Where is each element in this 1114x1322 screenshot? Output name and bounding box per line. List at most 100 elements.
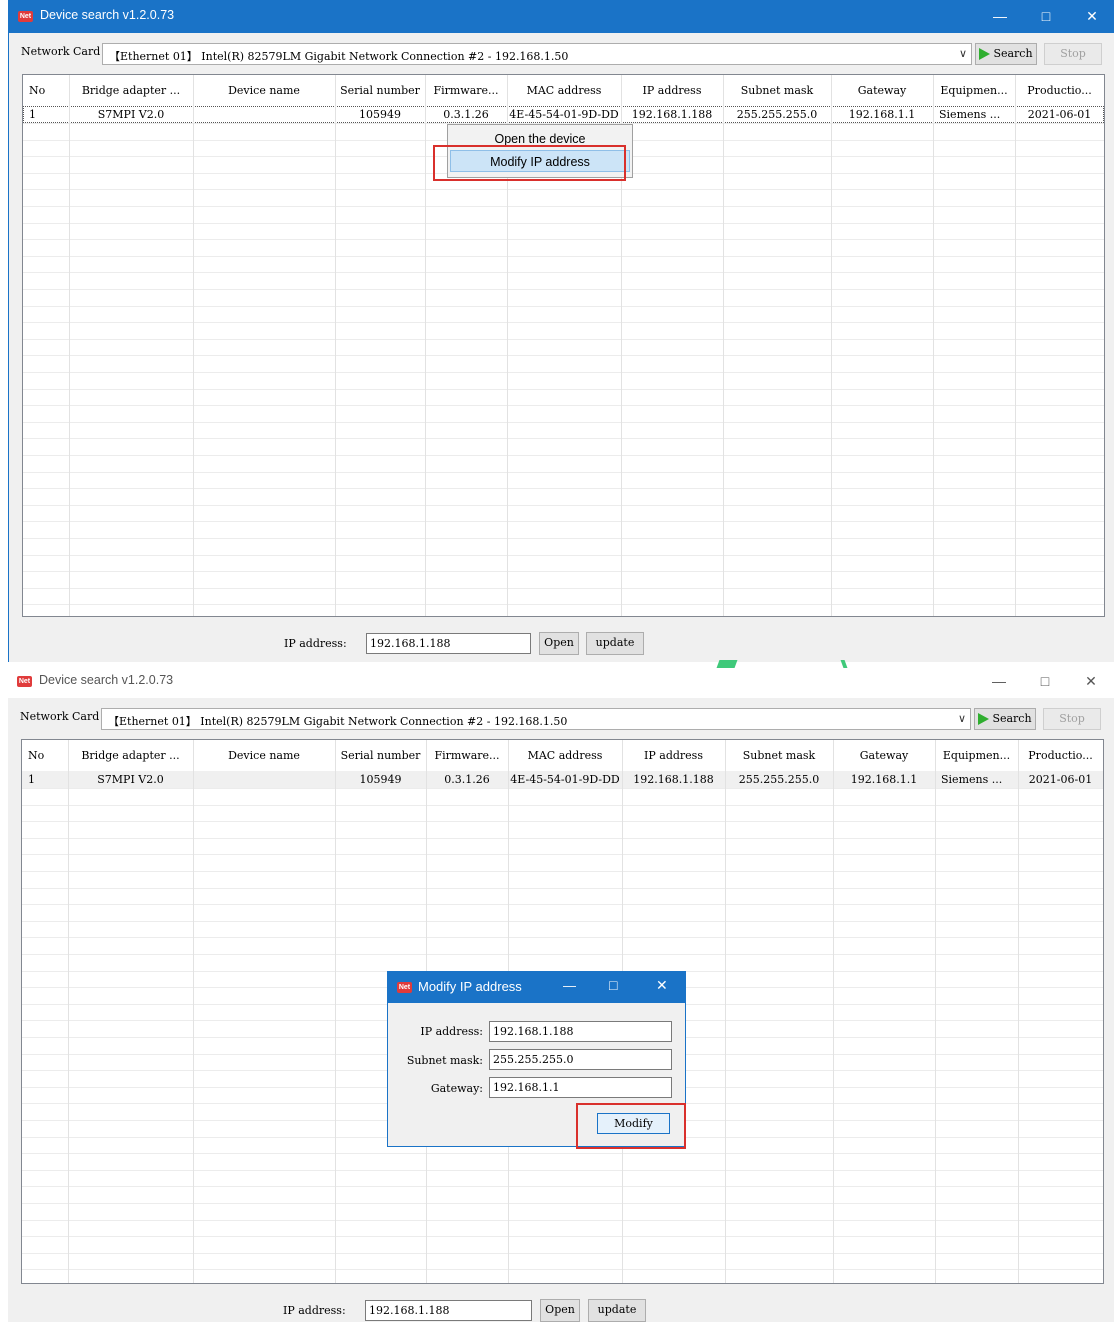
row-divider [23, 521, 1104, 522]
network-card-select[interactable]: 【Ethernet 01】 Intel(R) 82579LM Gigabit N… [102, 43, 972, 65]
col-mac-address-header[interactable]: MAC address [507, 75, 621, 106]
col-production-cell: 2021-06-01 [1027, 108, 1092, 121]
col-mac-address-header[interactable]: MAC address [508, 740, 622, 771]
col-serial-number-cell: 105949 [359, 108, 401, 121]
stop-button[interactable]: Stop [1044, 43, 1102, 65]
row-divider [22, 854, 1103, 855]
col-bridge-adapter-header[interactable]: Bridge adapter ... [69, 75, 193, 106]
row-divider [22, 1236, 1103, 1237]
title-bar[interactable]: Net Device search v1.2.0.73 — □ ✕ [9, 0, 1114, 33]
row-divider [23, 223, 1104, 224]
col-production-header[interactable]: Productio... [1015, 75, 1104, 106]
column-divider [725, 740, 726, 1283]
col-equipment-header[interactable]: Equipmen... [933, 75, 1015, 106]
column-divider [833, 740, 834, 1283]
app-logo-icon: Net [18, 11, 33, 22]
row-divider [23, 405, 1104, 406]
col-production-cell: 2021-06-01 [1028, 773, 1093, 786]
close-icon[interactable]: ✕ [656, 977, 668, 994]
row-divider [23, 306, 1104, 307]
column-divider [335, 740, 336, 1283]
dialog-title-bar[interactable]: Net Modify IP address — □ ✕ [388, 972, 685, 1003]
col-serial-number-cell: 105949 [359, 773, 402, 786]
col-equipment-cell: Siemens ... [941, 773, 1003, 786]
update-button[interactable]: update [586, 632, 644, 655]
ip-address-input[interactable]: 192.168.1.188 [365, 1300, 532, 1321]
row-divider [22, 838, 1103, 839]
title-bar[interactable]: Net Device search v1.2.0.73 — □ ✕ [8, 665, 1114, 698]
col-device-name-header[interactable]: Device name [193, 740, 335, 771]
row-divider [23, 505, 1104, 506]
update-button[interactable]: update [588, 1299, 646, 1322]
column-divider [193, 740, 194, 1283]
row-divider [23, 472, 1104, 473]
col-ip-address-header[interactable]: IP address [622, 740, 725, 771]
column-divider [193, 75, 194, 616]
search-button[interactable]: Search [974, 708, 1036, 730]
open-button[interactable]: Open [539, 632, 579, 655]
ip-address-label: IP address: [283, 1304, 346, 1317]
search-button[interactable]: Search [975, 43, 1037, 65]
col-subnet-mask-header[interactable]: Subnet mask [723, 75, 831, 106]
col-mac-address-cell: 4E-45-54-01-9D-DD [509, 108, 619, 121]
maximize-icon[interactable]: □ [1022, 665, 1068, 698]
row-divider [23, 189, 1104, 190]
col-firmware-header[interactable]: Firmware... [425, 75, 507, 106]
close-icon[interactable]: ✕ [1069, 0, 1114, 33]
dialog-gateway-input[interactable]: 192.168.1.1 [489, 1077, 672, 1098]
maximize-icon[interactable]: □ [1023, 0, 1069, 33]
col-subnet-mask-header[interactable]: Subnet mask [725, 740, 833, 771]
row-divider [22, 788, 1103, 789]
chevron-down-icon[interactable]: ∨ [959, 47, 967, 60]
row-divider [23, 555, 1104, 556]
col-equipment-cell: Siemens ... [939, 108, 1001, 121]
row-divider [23, 389, 1104, 390]
col-firmware-header[interactable]: Firmware... [426, 740, 508, 771]
col-serial-number-header[interactable]: Serial number [335, 75, 425, 106]
col-subnet-mask-cell: 255.255.255.0 [736, 108, 818, 121]
network-card-value: 【Ethernet 01】 Intel(R) 82579LM Gigabit N… [108, 715, 568, 728]
col-serial-number-header[interactable]: Serial number [335, 740, 426, 771]
chevron-down-icon[interactable]: ∨ [958, 712, 966, 725]
search-button-label: Search [992, 712, 1032, 725]
col-bridge-adapter-header[interactable]: Bridge adapter ... [68, 740, 193, 771]
col-no-cell: 1 [29, 108, 36, 121]
col-ip-address-header[interactable]: IP address [621, 75, 723, 106]
network-card-value: 【Ethernet 01】 Intel(R) 82579LM Gigabit N… [109, 50, 569, 63]
minimize-icon[interactable]: — [976, 665, 1022, 698]
col-equipment-header[interactable]: Equipmen... [935, 740, 1018, 771]
row-divider [22, 1269, 1103, 1270]
minimize-icon[interactable]: — [977, 0, 1023, 33]
open-button[interactable]: Open [540, 1299, 580, 1322]
minimize-icon[interactable]: — [563, 978, 576, 993]
ip-address-input[interactable]: 192.168.1.188 [366, 633, 531, 654]
column-divider [933, 75, 934, 616]
app-logo-icon: Net [397, 982, 412, 993]
col-subnet-mask-cell: 255.255.255.0 [738, 773, 820, 786]
row-divider [23, 322, 1104, 323]
col-no-header[interactable]: No [22, 740, 68, 771]
col-no-header[interactable]: No [23, 75, 69, 106]
row-divider [23, 256, 1104, 257]
column-divider [425, 75, 426, 616]
stop-button[interactable]: Stop [1043, 708, 1101, 730]
row-divider [22, 937, 1103, 938]
dialog-ip-label: IP address: [420, 1025, 483, 1038]
network-card-label: Network Card [20, 710, 100, 723]
decorative-mark [716, 660, 738, 668]
col-firmware-cell: 0.3.1.26 [443, 108, 489, 121]
column-divider [1015, 75, 1016, 616]
col-gateway-header[interactable]: Gateway [831, 75, 933, 106]
play-icon [978, 713, 990, 725]
dialog-ip-input[interactable]: 192.168.1.188 [489, 1021, 672, 1042]
close-icon[interactable]: ✕ [1068, 665, 1114, 698]
col-gateway-header[interactable]: Gateway [833, 740, 935, 771]
dialog-mask-input[interactable]: 255.255.255.0 [489, 1049, 672, 1070]
row-divider [22, 904, 1103, 905]
network-card-select[interactable]: 【Ethernet 01】 Intel(R) 82579LM Gigabit N… [101, 708, 971, 730]
maximize-icon[interactable]: □ [609, 977, 617, 993]
col-device-name-header[interactable]: Device name [193, 75, 335, 106]
col-gateway-cell: 192.168.1.1 [850, 773, 918, 786]
row-divider [23, 339, 1104, 340]
col-production-header[interactable]: Productio... [1018, 740, 1103, 771]
